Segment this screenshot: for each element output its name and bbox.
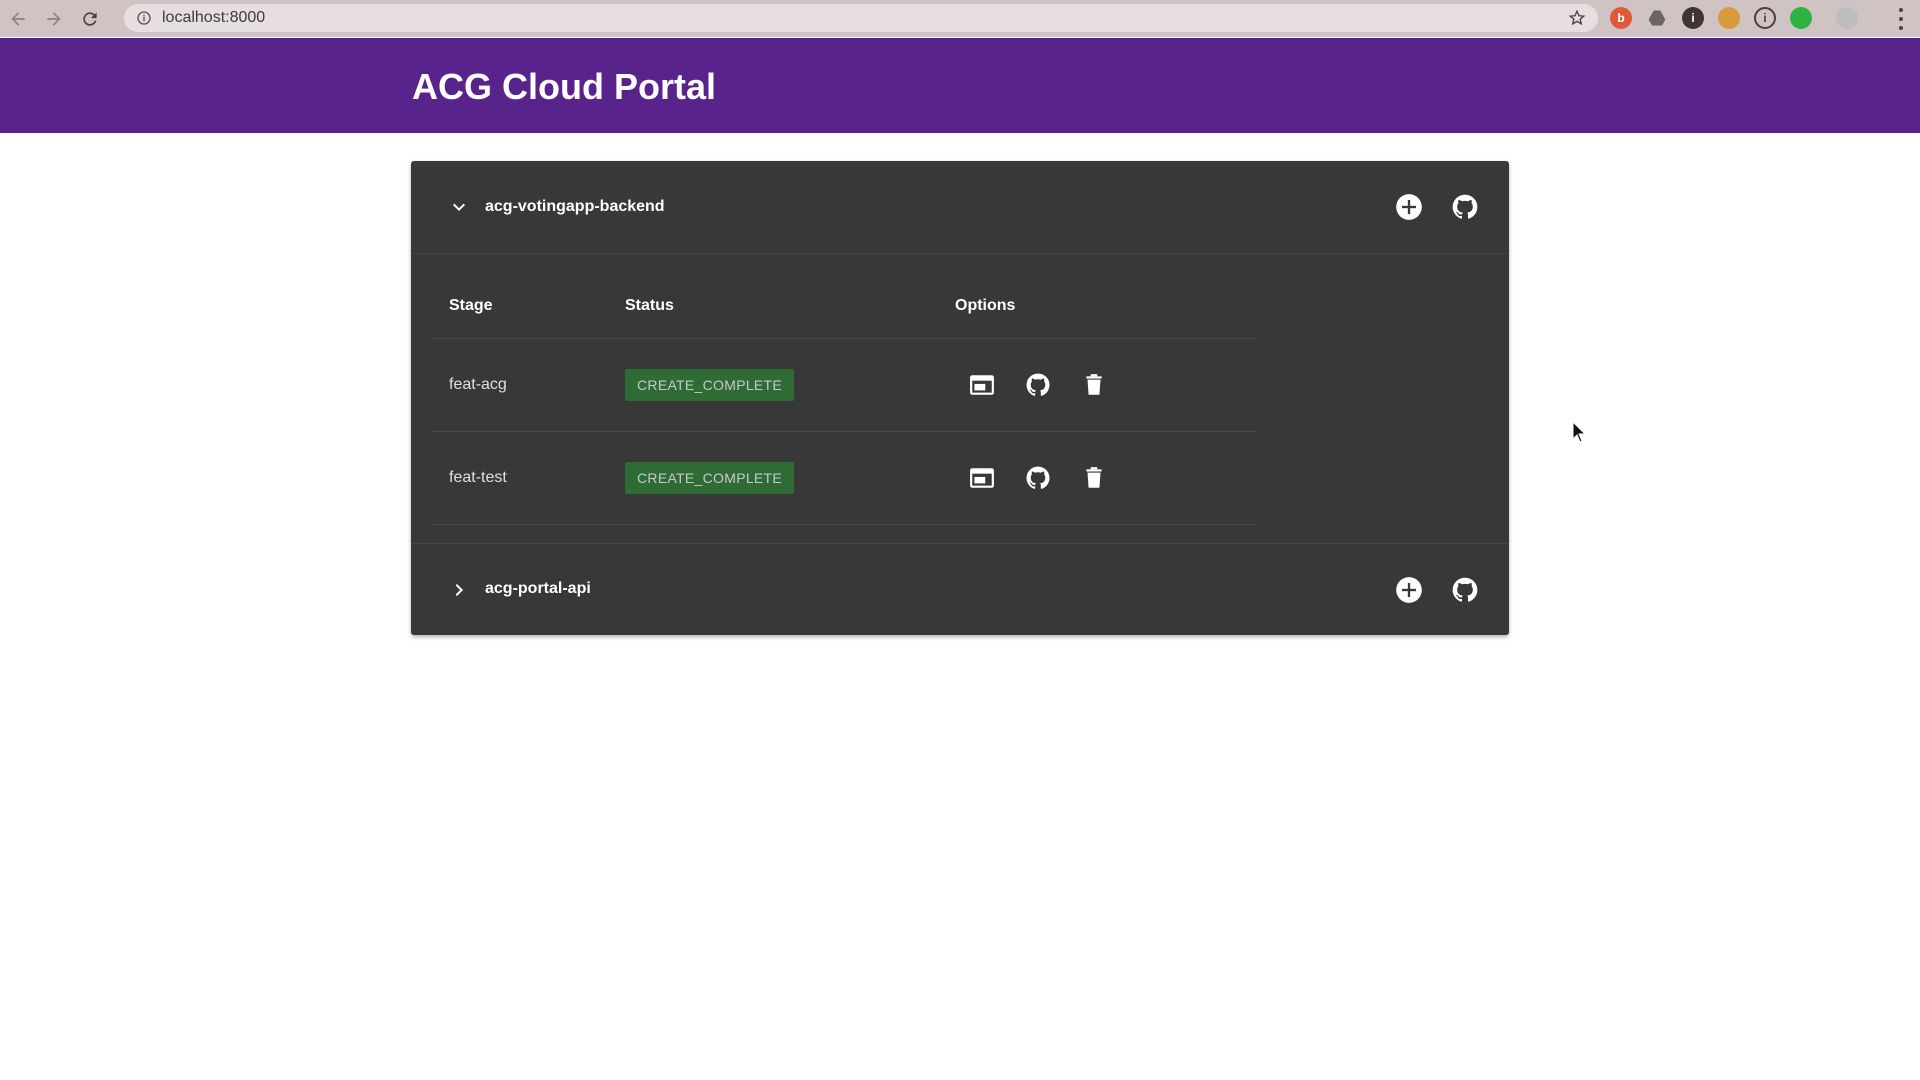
forward-button[interactable]: [36, 0, 72, 37]
browser-menu-icon[interactable]: [1898, 8, 1904, 30]
reload-icon: [83, 11, 97, 26]
project-panel-header[interactable]: acg-votingapp-backend: [411, 161, 1509, 253]
info-icon: [137, 11, 151, 25]
project-panel-body: Stage Status Options feat-acg CREATE_COM…: [411, 253, 1509, 543]
address-bar[interactable]: localhost:8000: [124, 4, 1598, 32]
stage-name: feat-acg: [431, 338, 607, 432]
extension-icon[interactable]: i: [1754, 7, 1776, 29]
add-circle-icon[interactable]: [1395, 193, 1423, 221]
project-panel-header[interactable]: acg-portal-api: [411, 543, 1509, 635]
extension-icon[interactable]: b: [1610, 7, 1632, 29]
add-circle-icon[interactable]: [1395, 576, 1423, 604]
stages-table: Stage Status Options feat-acg CREATE_COM…: [431, 274, 1257, 525]
evernote-icon[interactable]: [1790, 7, 1812, 29]
table-row: feat-test CREATE_COMPLETE: [431, 431, 1257, 525]
trash-icon[interactable]: [1081, 372, 1107, 398]
project-name: acg-portal-api: [485, 580, 591, 597]
chevron-right-icon[interactable]: [447, 578, 471, 602]
github-icon[interactable]: [1451, 576, 1479, 604]
star-icon[interactable]: [1568, 9, 1586, 27]
mouse-cursor-icon: [1572, 421, 1586, 443]
github-icon[interactable]: [1451, 193, 1479, 221]
forward-icon: [47, 11, 61, 26]
status-badge: CREATE_COMPLETE: [625, 461, 795, 494]
column-header-stage: Stage: [431, 274, 607, 339]
column-header-status: Status: [607, 274, 937, 339]
drive-icon[interactable]: [1646, 7, 1668, 29]
table-header-row: Stage Status Options: [431, 274, 1257, 339]
extension-icons: b i i: [1610, 7, 1858, 29]
reload-button[interactable]: [72, 0, 108, 37]
github-icon[interactable]: [1025, 372, 1051, 398]
trash-icon[interactable]: [1081, 465, 1107, 491]
projects-accordion: acg-votingapp-backend Stage Status Optio…: [411, 161, 1509, 635]
profile-avatar-icon[interactable]: [1836, 7, 1858, 29]
password-icon[interactable]: i: [1682, 7, 1704, 29]
table-row: feat-acg CREATE_COMPLETE: [431, 338, 1257, 432]
column-header-options: Options: [937, 274, 1257, 339]
web-asset-icon[interactable]: [969, 372, 995, 398]
cookie-icon[interactable]: [1718, 7, 1740, 29]
page-title: ACG Cloud Portal: [412, 66, 716, 107]
app-header: ACG Cloud Portal: [0, 38, 1920, 133]
back-icon: [11, 11, 25, 26]
browser-toolbar: localhost:8000 b i i: [0, 0, 1920, 37]
stage-name: feat-test: [431, 431, 607, 525]
web-asset-icon[interactable]: [969, 465, 995, 491]
back-button[interactable]: [0, 0, 36, 37]
project-name: acg-votingapp-backend: [485, 198, 665, 215]
url-text: localhost:8000: [162, 9, 266, 26]
status-badge: CREATE_COMPLETE: [625, 368, 795, 401]
github-icon[interactable]: [1025, 465, 1051, 491]
chevron-down-icon[interactable]: [447, 195, 471, 219]
